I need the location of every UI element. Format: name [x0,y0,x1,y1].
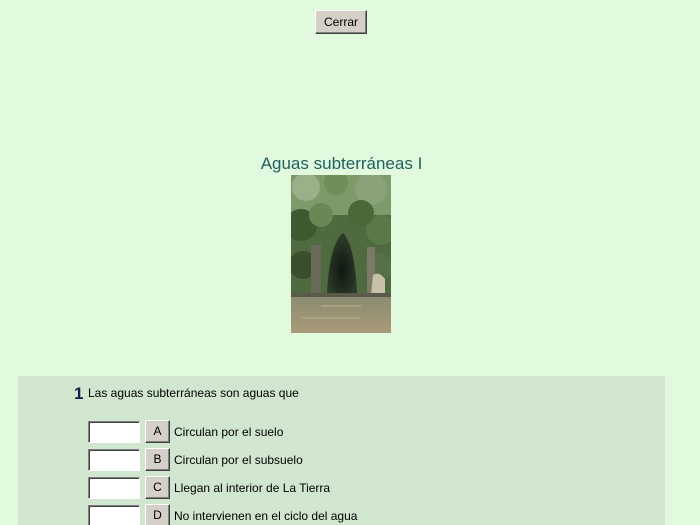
option-c-button[interactable]: C [145,476,170,499]
option-d-button[interactable]: D [145,504,170,525]
question-number: 1 [74,384,84,403]
answer-input-c[interactable] [88,477,140,499]
option-d-text: No intervienen en el ciclo del agua [174,509,358,523]
page: Cerrar Aguas subterráneas I 1 Las aguas … [0,0,700,525]
question-panel: 1 Las aguas subterráneas son aguas que A… [18,376,665,525]
answer-input-d[interactable] [88,505,140,525]
page-title: Aguas subterráneas I [260,154,423,173]
option-a-text: Circulan por el suelo [174,425,284,439]
option-b-button[interactable]: B [145,448,170,471]
option-b-text: Circulan por el subsuelo [174,453,303,467]
option-a-button[interactable]: A [145,420,170,443]
cave-photo [291,175,391,333]
answer-input-b[interactable] [88,449,140,471]
option-c-text: Llegan al interior de La Tierra [174,481,331,495]
question-text: Las aguas subterráneas son aguas que [88,386,299,400]
answer-input-a[interactable] [88,421,140,443]
close-button[interactable]: Cerrar [315,10,367,34]
